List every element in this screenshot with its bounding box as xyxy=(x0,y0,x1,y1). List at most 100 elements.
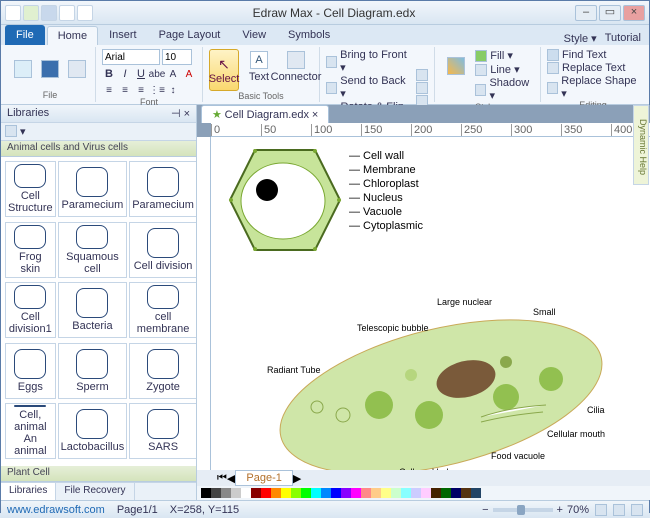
color-swatch[interactable] xyxy=(201,488,211,498)
new-button[interactable] xyxy=(11,54,35,86)
color-swatch[interactable] xyxy=(271,488,281,498)
page-tab-1[interactable]: Page-1 xyxy=(235,470,292,486)
color-swatch[interactable] xyxy=(451,488,461,498)
bring-front-button[interactable]: Bring to Front ▾ xyxy=(326,49,409,74)
qat-redo-icon[interactable] xyxy=(77,5,93,21)
style-menu[interactable]: Style ▾ xyxy=(564,32,597,45)
canvas[interactable]: — Cell wall— Membrane— Chloroplast— Nucl… xyxy=(211,137,650,470)
color-swatch[interactable] xyxy=(391,488,401,498)
send-back-button[interactable]: Send to Back ▾ xyxy=(326,75,409,100)
color-swatch[interactable] xyxy=(331,488,341,498)
color-swatch[interactable] xyxy=(321,488,331,498)
font-size-select[interactable] xyxy=(162,49,192,65)
fontcolor-button[interactable]: A xyxy=(182,67,196,81)
color-swatch[interactable] xyxy=(221,488,231,498)
shape-item[interactable]: Paramecium xyxy=(129,161,196,217)
tab-view[interactable]: View xyxy=(231,25,277,45)
color-swatch[interactable] xyxy=(361,488,371,498)
color-swatch[interactable] xyxy=(411,488,421,498)
shape-item[interactable]: Cell Structure xyxy=(5,161,56,217)
zoom-in-button[interactable]: + xyxy=(557,504,563,516)
color-swatch[interactable] xyxy=(431,488,441,498)
text-tool[interactable]: AText xyxy=(242,49,276,91)
document-tab[interactable]: ★ Cell Diagram.edx × xyxy=(201,105,329,123)
select-tool[interactable]: ↖Select xyxy=(209,49,239,91)
print-button[interactable] xyxy=(65,54,89,86)
connector-tool[interactable]: Connector xyxy=(279,49,313,91)
shape-item[interactable]: Lactobacillus xyxy=(58,403,128,459)
color-swatch[interactable] xyxy=(341,488,351,498)
save-button[interactable] xyxy=(38,54,62,86)
shadow-button[interactable]: Shadow ▾ xyxy=(475,77,534,102)
tab-file[interactable]: File xyxy=(5,25,45,45)
color-swatch[interactable] xyxy=(421,488,431,498)
libraries-header[interactable]: Libraries⊣ × xyxy=(1,105,196,123)
pin-icon[interactable]: ⊣ × xyxy=(171,107,190,120)
tab-insert[interactable]: Insert xyxy=(98,25,148,45)
qat-save-icon[interactable] xyxy=(41,5,57,21)
tab-home[interactable]: Home xyxy=(47,26,98,45)
spacing-button[interactable]: ↕ xyxy=(166,83,180,97)
view-mode-3[interactable] xyxy=(631,504,643,516)
color-swatch[interactable] xyxy=(311,488,321,498)
category-plant-cell[interactable]: Plant Cell xyxy=(1,466,196,482)
align-button[interactable] xyxy=(416,69,428,81)
close-button[interactable]: × xyxy=(623,5,645,21)
color-swatch[interactable] xyxy=(401,488,411,498)
color-swatch[interactable] xyxy=(301,488,311,498)
align-center-button[interactable]: ≡ xyxy=(118,83,132,97)
shape-item[interactable]: Squamous cell xyxy=(58,222,128,278)
shape-item[interactable]: Cell division xyxy=(129,222,196,278)
zoom-out-button[interactable]: − xyxy=(482,504,488,516)
color-swatch[interactable] xyxy=(351,488,361,498)
tab-symbols[interactable]: Symbols xyxy=(277,25,341,45)
shape-item[interactable]: cell membrane xyxy=(129,282,196,338)
replace-shape-button[interactable]: Replace Shape ▾ xyxy=(547,75,639,100)
color-swatch[interactable] xyxy=(261,488,271,498)
close-doc-icon[interactable]: × xyxy=(312,109,318,121)
color-swatch[interactable] xyxy=(441,488,451,498)
page-nav-first[interactable]: ⏮ xyxy=(217,472,227,485)
color-swatch[interactable] xyxy=(291,488,301,498)
find-button[interactable]: Find Text xyxy=(547,49,639,61)
color-swatch[interactable] xyxy=(251,488,261,498)
color-swatch[interactable] xyxy=(231,488,241,498)
color-swatch[interactable] xyxy=(381,488,391,498)
underline-button[interactable]: U xyxy=(134,67,148,81)
shape-item[interactable]: Sperm xyxy=(58,343,128,399)
website-link[interactable]: www.edrawsoft.com xyxy=(7,504,105,516)
paramecium-shape[interactable]: Large nuclear Small Telescopic bubble Ra… xyxy=(251,287,631,470)
footer-tab-libraries[interactable]: Libraries xyxy=(1,483,56,500)
line-button[interactable]: Line ▾ xyxy=(475,63,534,76)
minimize-button[interactable]: – xyxy=(575,5,597,21)
shape-item[interactable]: Cell division1 xyxy=(5,282,56,338)
shape-item[interactable]: Frog skin xyxy=(5,222,56,278)
fill-button[interactable]: Fill ▾ xyxy=(475,49,534,62)
shape-item[interactable]: Paramecium xyxy=(58,161,128,217)
align-left-button[interactable]: ≡ xyxy=(102,83,116,97)
category-animal-cells[interactable]: Animal cells and Virus cells xyxy=(1,141,196,157)
shape-item[interactable]: Bacteria xyxy=(58,282,128,338)
qat-new-icon[interactable] xyxy=(23,5,39,21)
color-swatch[interactable] xyxy=(471,488,481,498)
bold-button[interactable]: B xyxy=(102,67,116,81)
app-icon[interactable] xyxy=(5,5,21,21)
color-swatch[interactable] xyxy=(211,488,221,498)
dynamic-help-sash[interactable]: Dynamic Help xyxy=(633,105,649,185)
tab-page-layout[interactable]: Page Layout xyxy=(148,25,232,45)
shape-item[interactable]: Eggs xyxy=(5,343,56,399)
strike-button[interactable]: abe xyxy=(150,67,164,81)
footer-tab-recovery[interactable]: File Recovery xyxy=(56,483,134,500)
shape-item[interactable]: SARS xyxy=(129,403,196,459)
bullets-button[interactable]: ⋮≡ xyxy=(150,83,164,97)
color-swatch[interactable] xyxy=(371,488,381,498)
highlight-button[interactable]: A xyxy=(166,67,180,81)
italic-button[interactable]: I xyxy=(118,67,132,81)
plant-cell-shape[interactable] xyxy=(225,145,345,255)
qat-undo-icon[interactable] xyxy=(59,5,75,21)
shape-item[interactable]: Cell, animal An animal xyxy=(5,403,56,459)
color-swatch[interactable] xyxy=(461,488,471,498)
lib-tool-icon[interactable] xyxy=(5,125,17,137)
page-nav-next[interactable]: ▶ xyxy=(293,472,301,485)
align-right-button[interactable]: ≡ xyxy=(134,83,148,97)
